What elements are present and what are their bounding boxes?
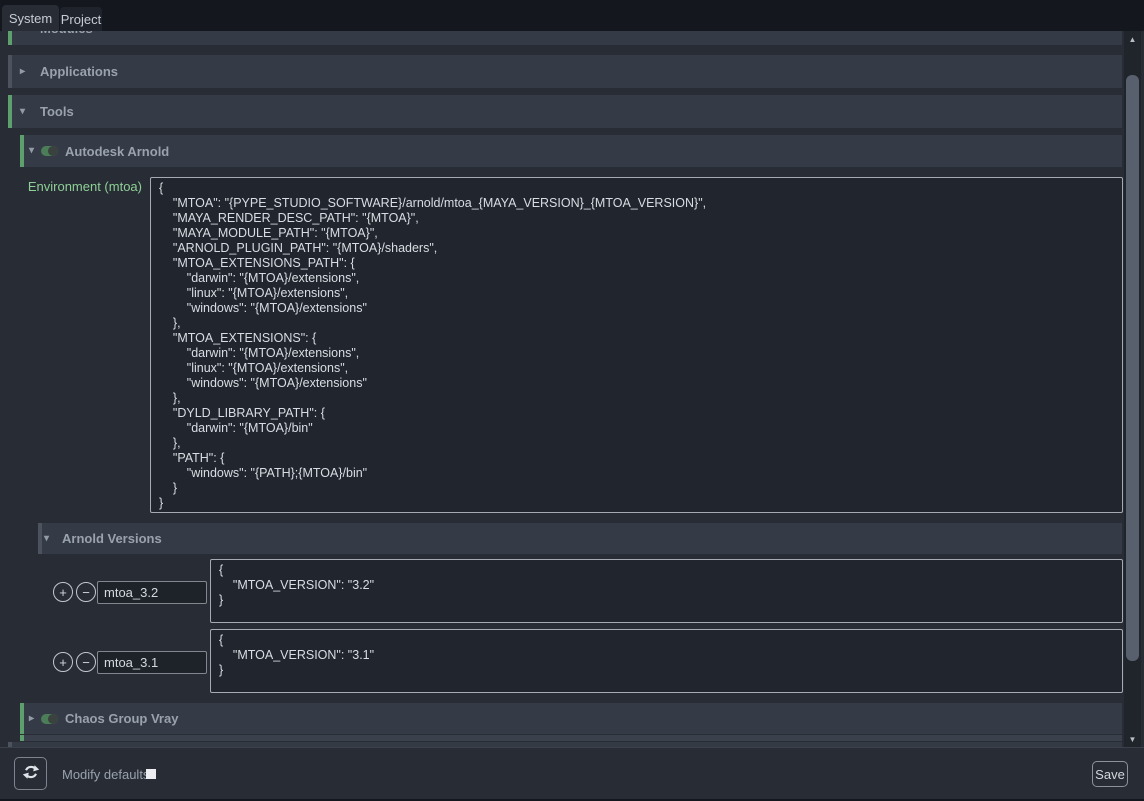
section-header-modules[interactable]: ▸ Modules xyxy=(8,31,1122,45)
vray-enabled-toggle[interactable] xyxy=(41,714,58,724)
section-header-applications[interactable]: ▸ Applications xyxy=(8,55,1122,88)
environment-mtoa-editor[interactable]: { "MTOA": "{PYPE_STUDIO_SOFTWARE}/arnold… xyxy=(150,177,1123,513)
version-value-editor[interactable]: { "MTOA_VERSION": "3.2" } xyxy=(210,559,1123,623)
remove-version-button[interactable]: − xyxy=(76,652,96,672)
modify-defaults-label: Modify defaults xyxy=(62,748,149,800)
tab-system-label: System xyxy=(9,11,52,26)
chevron-down-icon[interactable]: ▾ xyxy=(44,534,49,544)
environment-mtoa-label: Environment (mtoa) xyxy=(10,179,142,194)
section-label-modules: Modules xyxy=(40,31,93,36)
footer-bar: Modify defaults Save xyxy=(0,747,1144,799)
tab-bar: System Project xyxy=(0,0,1144,31)
section-accent-bar xyxy=(20,135,24,167)
section-accent-bar xyxy=(20,735,24,741)
section-label-tools: Tools xyxy=(40,104,74,119)
settings-window: System Project ▸ Modules ▸ Applications … xyxy=(0,0,1144,801)
group-label-chaos-group-vray: Chaos Group Vray xyxy=(65,711,178,726)
section-accent-bar xyxy=(38,523,42,554)
toggle-knob xyxy=(48,146,58,156)
add-version-button[interactable]: + xyxy=(53,582,73,602)
tab-project-label: Project xyxy=(61,12,101,27)
group-header-autodesk-arnold[interactable]: ▾ Autodesk Arnold xyxy=(20,135,1122,167)
group-header-chaos-group-vray[interactable]: ▸ Chaos Group Vray xyxy=(20,703,1122,734)
modify-defaults-checkbox[interactable] xyxy=(146,769,156,779)
section-accent-bar xyxy=(8,95,12,128)
section-accent-bar xyxy=(20,703,24,734)
scrollbar-thumb[interactable] xyxy=(1126,75,1139,661)
version-value-editor[interactable]: { "MTOA_VERSION": "3.1" } xyxy=(210,629,1123,693)
scroll-down-icon[interactable]: ▼ xyxy=(1124,731,1141,747)
chevron-right-icon[interactable]: ▸ xyxy=(20,67,25,77)
version-key-input[interactable] xyxy=(97,581,207,604)
group-label-arnold-versions: Arnold Versions xyxy=(62,531,162,546)
section-header-tools[interactable]: ▾ Tools xyxy=(8,95,1122,128)
tab-project[interactable]: Project xyxy=(60,7,102,31)
refresh-icon xyxy=(22,763,40,784)
tab-system[interactable]: System xyxy=(2,5,59,31)
add-version-button[interactable]: + xyxy=(53,652,73,672)
version-key-input[interactable] xyxy=(97,651,207,674)
section-accent-bar xyxy=(8,31,12,45)
section-accent-bar xyxy=(8,55,12,88)
chevron-down-icon[interactable]: ▾ xyxy=(20,107,25,117)
remove-version-button[interactable]: − xyxy=(76,582,96,602)
vertical-scrollbar[interactable]: ▲ ▼ xyxy=(1124,31,1141,747)
group-header-arnold-versions[interactable]: ▾ Arnold Versions xyxy=(38,523,1122,554)
refresh-button[interactable] xyxy=(14,757,47,790)
partial-section-strip xyxy=(20,735,1122,741)
scroll-up-icon[interactable]: ▲ xyxy=(1124,31,1141,47)
save-button[interactable]: Save xyxy=(1092,761,1128,787)
chevron-right-icon[interactable]: ▸ xyxy=(29,714,34,724)
chevron-right-icon[interactable]: ▸ xyxy=(20,31,25,34)
settings-scroll-area: ▸ Modules ▸ Applications ▾ Tools ▾ Autod… xyxy=(0,31,1144,747)
arnold-enabled-toggle[interactable] xyxy=(41,146,58,156)
group-label-autodesk-arnold: Autodesk Arnold xyxy=(65,144,169,159)
toggle-knob xyxy=(48,714,58,724)
section-label-applications: Applications xyxy=(40,64,118,79)
chevron-down-icon[interactable]: ▾ xyxy=(29,146,34,156)
